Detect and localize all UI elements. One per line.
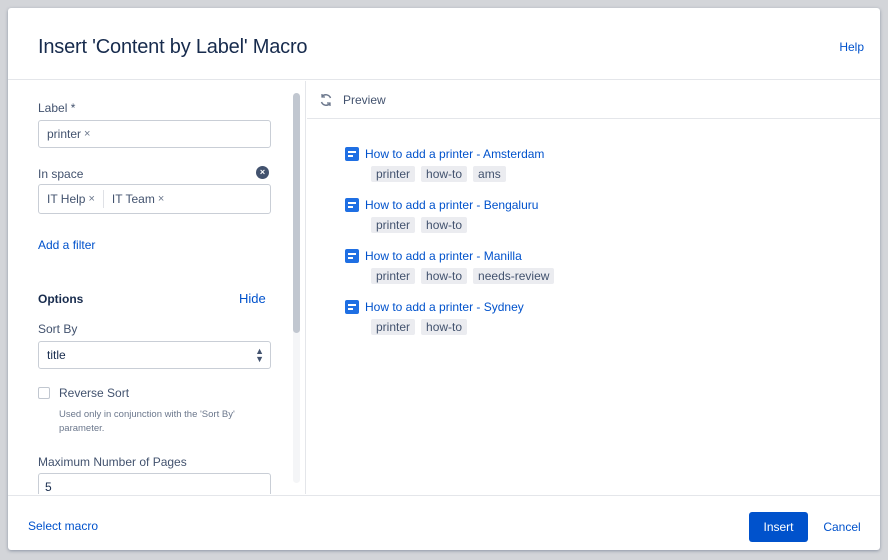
dialog-header: Insert 'Content by Label' Macro Help: [8, 8, 880, 80]
label-tag[interactable]: printer: [371, 319, 416, 335]
preview-pane: Preview How to add a printer - Amsterdam…: [307, 81, 880, 494]
space-chip-text: IT Team: [111, 192, 155, 206]
label-input[interactable]: printer ×: [38, 120, 271, 148]
result-title: How to add a printer - Sydney: [365, 300, 524, 314]
result-link[interactable]: How to add a printer - Amsterdam: [345, 145, 554, 163]
result-item: How to add a printer - Bengaluru printer…: [345, 196, 554, 247]
options-heading: Options: [38, 292, 84, 306]
result-tags: printer how-to ams: [371, 166, 554, 182]
label-tag[interactable]: how-to: [421, 268, 468, 284]
macro-options-pane: Label * printer × In space × IT Help × I…: [8, 81, 306, 494]
refresh-icon[interactable]: [319, 93, 333, 107]
result-link[interactable]: How to add a printer - Sydney: [345, 298, 554, 316]
result-title: How to add a printer - Amsterdam: [365, 147, 545, 161]
remove-chip-icon[interactable]: ×: [88, 193, 94, 205]
space-field-label: In space: [38, 167, 84, 181]
label-chip: printer ×: [43, 125, 95, 143]
preview-bar: Preview: [307, 81, 880, 119]
result-tags: printer how-to: [371, 217, 554, 233]
result-tags: printer how-to: [371, 319, 554, 335]
space-chip-text: IT Help: [47, 192, 86, 206]
remove-chip-icon[interactable]: ×: [84, 128, 90, 140]
reverse-sort-checkbox[interactable]: [38, 387, 50, 399]
page-icon: [345, 249, 359, 263]
chip-divider: [102, 190, 104, 208]
remove-chip-icon[interactable]: ×: [158, 193, 164, 205]
insert-macro-dialog: Insert 'Content by Label' Macro Help Lab…: [8, 8, 880, 550]
space-input[interactable]: IT Help × IT Team ×: [38, 184, 271, 214]
result-title: How to add a printer - Bengaluru: [365, 198, 539, 212]
label-tag[interactable]: needs-review: [473, 268, 555, 284]
reverse-sort-label: Reverse Sort: [59, 386, 130, 400]
label-tag[interactable]: printer: [371, 268, 416, 284]
help-link[interactable]: Help: [839, 40, 864, 54]
label-tag[interactable]: how-to: [421, 217, 468, 233]
label-tag[interactable]: printer: [371, 166, 416, 182]
page-icon: [345, 198, 359, 212]
select-macro-link[interactable]: Select macro: [28, 519, 98, 533]
preview-label: Preview: [343, 92, 386, 107]
dialog-title: Insert 'Content by Label' Macro: [38, 36, 308, 58]
sort-by-value: title: [47, 348, 66, 362]
hide-options-link[interactable]: Hide: [239, 291, 266, 306]
label-tag[interactable]: printer: [371, 217, 416, 233]
max-pages-input[interactable]: 5: [38, 473, 271, 494]
result-item: How to add a printer - Sydney printer ho…: [345, 298, 554, 349]
dialog-footer: Select macro Insert Cancel: [8, 495, 880, 550]
preview-results: How to add a printer - Amsterdam printer…: [345, 145, 555, 349]
select-arrows-icon: ▲ ▼: [255, 346, 264, 364]
label-tag[interactable]: ams: [473, 166, 506, 182]
max-pages-label: Maximum Number of Pages: [38, 455, 187, 469]
result-link[interactable]: How to add a printer - Manilla: [345, 247, 554, 265]
page-icon: [345, 300, 359, 314]
sort-by-select[interactable]: title ▲ ▼: [38, 341, 271, 369]
space-chip: IT Team ×: [107, 190, 169, 208]
add-filter-link[interactable]: Add a filter: [38, 238, 95, 252]
reverse-sort-hint: Used only in conjunction with the 'Sort …: [59, 409, 235, 434]
result-link[interactable]: How to add a printer - Bengaluru: [345, 196, 554, 214]
clear-space-icon[interactable]: ×: [256, 166, 269, 179]
label-field-label: Label *: [38, 101, 76, 115]
page-icon: [345, 147, 359, 161]
max-pages-value: 5: [45, 480, 52, 494]
result-tags: printer how-to needs-review: [371, 268, 555, 284]
sort-by-label: Sort By: [38, 322, 78, 336]
label-chip-text: printer: [47, 127, 82, 141]
label-tag[interactable]: how-to: [421, 166, 468, 182]
result-item: How to add a printer - Amsterdam printer…: [345, 145, 554, 196]
result-title: How to add a printer - Manilla: [365, 249, 522, 263]
insert-button[interactable]: Insert: [749, 512, 808, 542]
space-chip: IT Help ×: [43, 190, 99, 208]
result-item: How to add a printer - Manilla printer h…: [345, 247, 555, 298]
cancel-button[interactable]: Cancel: [814, 512, 870, 542]
scroll-thumb[interactable]: [293, 93, 300, 333]
options-scrollbar[interactable]: [293, 93, 300, 483]
label-tag[interactable]: how-to: [421, 319, 468, 335]
